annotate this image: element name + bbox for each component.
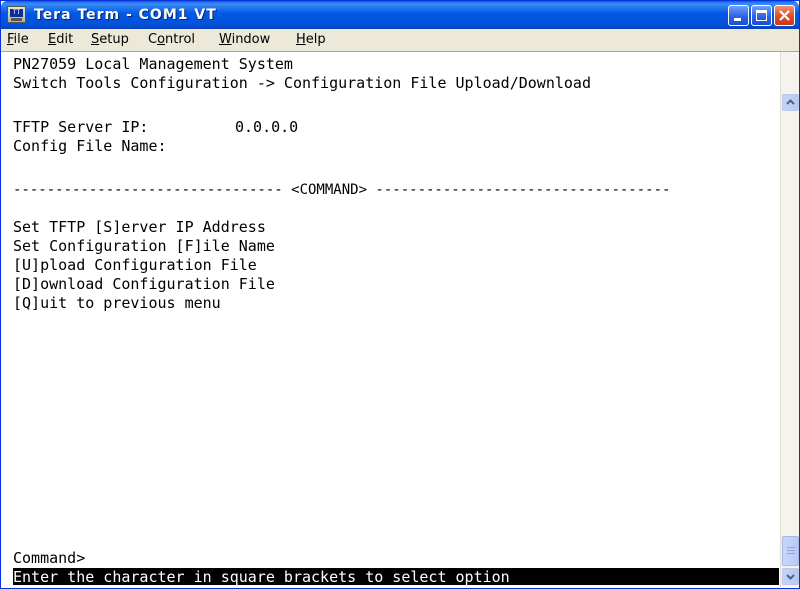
menu-edit[interactable]: Edit: [48, 32, 73, 48]
maximize-button[interactable]: [751, 5, 772, 26]
menu-help[interactable]: Help: [296, 32, 326, 48]
minimize-icon: [734, 18, 741, 21]
menu-control[interactable]: Control: [148, 32, 195, 48]
terminal-window: TT Tera Term - COM1 VT File Edit Setup C…: [0, 0, 800, 589]
command-separator: -------------------------------- <COMMAN…: [13, 182, 671, 198]
header-line-path: Switch Tools Configuration -> Configurat…: [13, 74, 591, 92]
window-title: Tera Term - COM1 VT: [34, 7, 217, 23]
scroll-up-button[interactable]: [782, 94, 799, 111]
config-file-label: Config File Name:: [13, 137, 167, 155]
chevron-down-icon: [786, 574, 795, 580]
tftp-server-value: 0.0.0.0: [235, 118, 299, 136]
tera-term-icon[interactable]: TT: [7, 6, 26, 23]
status-line: Enter the character in square brackets t…: [13, 568, 779, 585]
menu-option: [U]pload Configuration File: [13, 256, 257, 274]
menu-file[interactable]: File: [7, 32, 29, 48]
scrollbar-thumb[interactable]: [782, 536, 799, 566]
menu-setup[interactable]: Setup: [91, 32, 129, 48]
header-line-system: PN27059 Local Management System: [13, 55, 293, 73]
command-prompt[interactable]: Command>: [13, 548, 85, 568]
close-icon: [779, 10, 790, 21]
menu-option: Set TFTP [S]erver IP Address: [13, 218, 266, 236]
tftp-server-label: TFTP Server IP:: [13, 118, 149, 136]
chevron-up-icon: [786, 99, 795, 105]
menu-option: [D]ownload Configuration File: [13, 275, 275, 293]
scroll-down-button[interactable]: [782, 568, 799, 585]
menu-option: Set Configuration [F]ile Name: [13, 237, 275, 255]
menu-window[interactable]: Window: [219, 32, 270, 48]
terminal-screen[interactable]: PN27059 Local Management System Switch T…: [13, 52, 779, 585]
minimize-button[interactable]: [728, 5, 749, 26]
menu-bar: File Edit Setup Control Window Help: [1, 29, 799, 52]
vertical-scrollbar[interactable]: [780, 52, 799, 587]
close-button[interactable]: [774, 5, 795, 26]
maximize-icon: [756, 10, 767, 21]
menu-option: [Q]uit to previous menu: [13, 294, 221, 312]
title-bar[interactable]: TT Tera Term - COM1 VT: [1, 1, 799, 29]
